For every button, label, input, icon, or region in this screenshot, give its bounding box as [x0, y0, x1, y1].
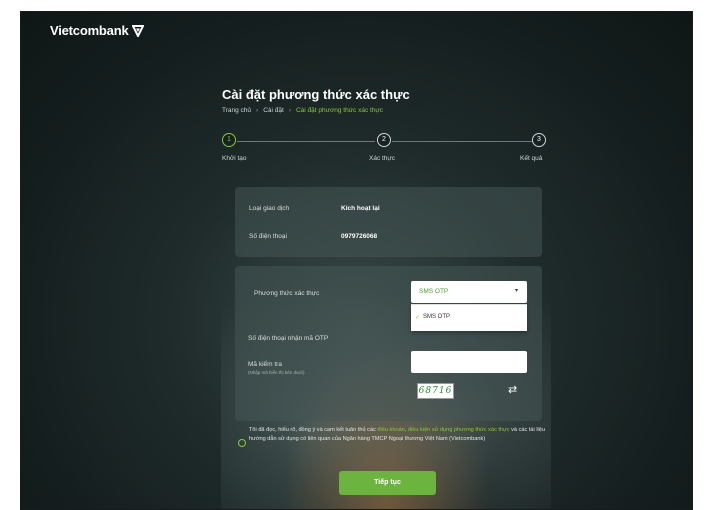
breadcrumb-separator: ›	[256, 107, 259, 114]
breadcrumb-home[interactable]: Trang chủ	[222, 107, 251, 114]
dropdown-option-sms-otp[interactable]: SMS OTP	[423, 314, 450, 320]
captcha-hint: (Nhập mã hiển thị bên dưới)	[248, 370, 305, 375]
page-title: Cài đặt phương thức xác thực	[222, 87, 410, 102]
breadcrumb-current: Cài đặt phương thức xác thực	[295, 107, 384, 114]
transaction-type-value: Kích hoạt lại	[341, 205, 380, 212]
stepper-line	[237, 141, 375, 142]
refresh-captcha-icon[interactable]: ⇄	[508, 383, 517, 396]
app-window: Vietcombank Cài đặt phương thức xác thực…	[20, 11, 693, 510]
stepper-line	[392, 141, 532, 142]
continue-button[interactable]: Tiếp tục	[339, 471, 436, 495]
terms-agree-radio[interactable]	[238, 439, 246, 447]
vietcombank-logo[interactable]: Vietcombank	[50, 23, 145, 38]
terms-link[interactable]: điều khoản, điều kiện sử dụng phương thứ…	[377, 427, 509, 433]
transaction-info-card: Loại giao dịch Kích hoạt lại Số điện tho…	[235, 187, 542, 257]
chevron-down-icon: ▾	[514, 288, 518, 294]
brand-name: Vietcombank	[50, 23, 129, 38]
breadcrumb-separator: ›	[288, 107, 291, 114]
vcb-shield-icon	[132, 24, 145, 37]
captcha-input[interactable]	[411, 351, 527, 373]
auth-method-selected: SMS OTP	[419, 288, 449, 295]
step-1-label: Khởi tạo	[222, 155, 247, 162]
captcha-label: Mã kiểm tra	[248, 361, 282, 368]
terms-text: Tôi đã đọc, hiểu rõ, đồng ý và cam kết t…	[249, 426, 549, 443]
otp-phone-label: Số điện thoại nhận mã OTP	[248, 335, 329, 342]
terms-text-before: Tôi đã đọc, hiểu rõ, đồng ý và cam kết t…	[249, 427, 378, 433]
breadcrumb-settings[interactable]: Cài đặt	[263, 107, 284, 114]
check-icon: ✓	[415, 315, 421, 321]
captcha-image: 68716	[417, 383, 454, 399]
step-3-label: Kết quả	[520, 155, 543, 162]
auth-method-label: Phương thức xác thực	[254, 290, 320, 297]
transaction-type-label: Loại giao dịch	[249, 205, 290, 212]
breadcrumb: Trang chủ › Cài đặt › Cài đặt phương thứ…	[222, 107, 383, 114]
auth-method-dropdown: ✓ SMS OTP	[411, 304, 527, 331]
phone-number-label: Số điện thoại	[249, 233, 287, 240]
step-2-label: Xác thực	[369, 155, 396, 162]
auth-method-select[interactable]: SMS OTP ▾	[411, 281, 527, 303]
progress-stepper: 1 2 3 Khởi tạo Xác thực Kết quả	[222, 133, 546, 173]
step-1-circle: 1	[222, 133, 236, 147]
step-3-circle: 3	[532, 133, 546, 147]
step-2-circle: 2	[377, 133, 391, 147]
phone-number-value: 0979726068	[341, 233, 378, 240]
